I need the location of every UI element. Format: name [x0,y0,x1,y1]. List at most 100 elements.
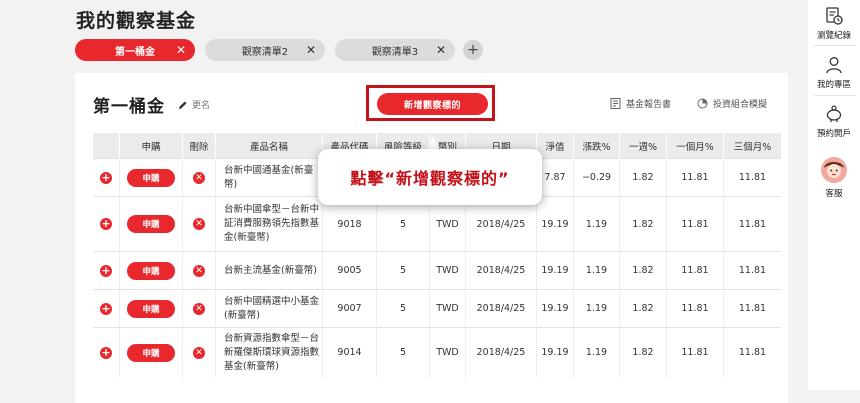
date-cell: 2018/4/25 [465,289,537,328]
fund-name-cell[interactable]: 台新中國傘型－台新中証消費服務領先指數基金(新臺幣) [215,196,323,252]
watchlist-name: 第一桶金 [93,97,165,117]
change-cell: 1.19 [573,251,620,290]
date-cell: 2018/4/25 [465,251,537,290]
risk-cell: 5 [376,251,430,290]
add-target-button[interactable]: 新增觀察標的 [377,93,488,115]
nav-cell: 19.19 [536,327,574,378]
week-cell: 1.82 [619,196,667,252]
my-area-button[interactable]: 我的專區 [808,55,860,90]
rename-label: 更名 [192,101,211,111]
pie-chart-icon [697,98,708,109]
piggy-bank-icon [826,105,842,122]
my-area-label: 我的專區 [816,80,851,90]
expand-plus-icon[interactable]: + [100,171,112,184]
delete-icon[interactable]: ✕ [193,302,205,315]
column-header: 一週% [619,133,667,159]
week-cell: 1.82 [619,158,667,197]
history-icon [826,7,843,25]
tab-label: 觀察清單3 [371,46,419,58]
risk-cell: 5 [376,327,430,378]
risk-cell: 5 [376,289,430,328]
nav-cell: 19.19 [536,196,574,252]
currency-cell: TWD [429,251,466,290]
quarter-cell: 11.81 [723,196,781,252]
customer-service-button[interactable]: 客服 [808,156,860,199]
fund-code-cell: 9014 [322,327,377,378]
table-row: + 申購 ✕ 台新資源指數傘型－台新羅傑斯環球資源指數基金(新臺幣) 9014 … [93,327,781,378]
buy-button[interactable]: 申購 [127,215,175,233]
delete-icon[interactable]: ✕ [193,171,205,184]
fund-name-cell[interactable]: 台新資源指數傘型－台新羅傑斯環球資源指數基金(新臺幣) [215,327,323,378]
expand-plus-icon[interactable]: + [100,264,112,277]
fund-report-link[interactable]: 基金報告書 [610,97,671,110]
report-icon [610,98,621,109]
expand-plus-icon[interactable]: + [100,302,112,315]
watchlist-tabs: 第一桶金 ✕ 觀察清單2 ✕ 觀察清單3 ✕ + [75,38,483,62]
currency-cell: TWD [429,327,466,378]
appointment-button[interactable]: 預約開戶 [808,104,860,139]
column-header-expand [93,133,120,159]
rail-divider [814,45,856,46]
buy-button[interactable]: 申購 [127,168,175,187]
tab-label: 觀察清單2 [241,46,289,58]
tab-label: 第一桶金 [115,46,155,58]
add-tab-button[interactable]: + [463,40,483,60]
rail-divider [814,95,856,96]
week-cell: 1.82 [619,289,667,328]
delete-icon[interactable]: ✕ [193,264,205,277]
buy-button[interactable]: 申購 [127,261,175,280]
table-row: + 申購 ✕ 台新主流基金(新臺幣) 9005 5 TWD 2018/4/25 … [93,251,781,290]
column-header: 刪除 [182,133,216,159]
rename-button[interactable]: 更名 [178,98,210,111]
portfolio-simulation-link[interactable]: 投資組合模擬 [697,97,767,110]
instruction-callout: 點擊“新增觀察標的” [318,149,542,205]
month-cell: 11.81 [666,196,724,252]
currency-cell: TWD [429,289,466,328]
week-cell: 1.82 [619,251,667,290]
pencil-icon [179,101,187,109]
service-mascot-icon [821,157,847,183]
fund-name-cell[interactable]: 台新中國精選中小基金(新臺幣) [215,289,323,328]
week-cell: 1.82 [619,327,667,378]
close-icon[interactable]: ✕ [436,42,446,58]
change-cell: 1.19 [573,289,620,328]
close-icon[interactable]: ✕ [306,42,316,58]
fund-name-cell[interactable]: 台新主流基金(新臺幣) [215,251,323,290]
column-header: 產品名稱 [215,133,323,159]
tab-watchlist-3[interactable]: 觀察清單3 ✕ [335,39,455,61]
nav-cell: 19.19 [536,289,574,328]
expand-plus-icon[interactable]: + [100,218,112,230]
month-cell: 11.81 [666,158,724,197]
close-icon[interactable]: ✕ [176,42,186,58]
change-cell: 1.19 [573,327,620,378]
nav-cell: 7.87 [536,158,574,197]
column-header: 漲跌% [573,133,620,159]
column-header: 三個月% [723,133,781,159]
fund-name-cell[interactable]: 台新中國通基金(新臺幣) [215,158,323,197]
callout-arrow [426,136,440,150]
column-header: 一個月% [666,133,724,159]
change-cell: 1.19 [573,196,620,252]
expand-plus-icon[interactable]: + [100,346,112,359]
portfolio-simulation-label: 投資組合模擬 [713,100,768,110]
delete-icon[interactable]: ✕ [193,346,205,359]
column-header: 申購 [119,133,183,159]
page-title: 我的觀察基金 [76,10,197,32]
buy-button[interactable]: 申購 [127,299,175,318]
month-cell: 11.81 [666,327,724,378]
change-cell: −0.29 [573,158,620,197]
browse-history-label: 瀏覽紀錄 [816,31,851,41]
tab-watchlist-2[interactable]: 觀察清單2 ✕ [205,39,325,61]
appointment-label: 預約開戶 [816,129,851,139]
user-icon [826,57,842,74]
tab-watchlist-1[interactable]: 第一桶金 ✕ [75,39,195,61]
column-header: 淨值 [536,133,574,159]
table-row: + 申購 ✕ 台新中國精選中小基金(新臺幣) 9007 5 TWD 2018/4… [93,289,781,328]
browse-history-button[interactable]: 瀏覽紀錄 [808,6,860,41]
service-label: 客服 [825,189,843,199]
quarter-cell: 11.81 [723,251,781,290]
right-rail: 瀏覽紀錄 我的專區 預約開戶 客服 [808,0,860,390]
buy-button[interactable]: 申購 [127,343,175,362]
delete-icon[interactable]: ✕ [193,218,205,230]
fund-code-cell: 9007 [322,289,377,328]
